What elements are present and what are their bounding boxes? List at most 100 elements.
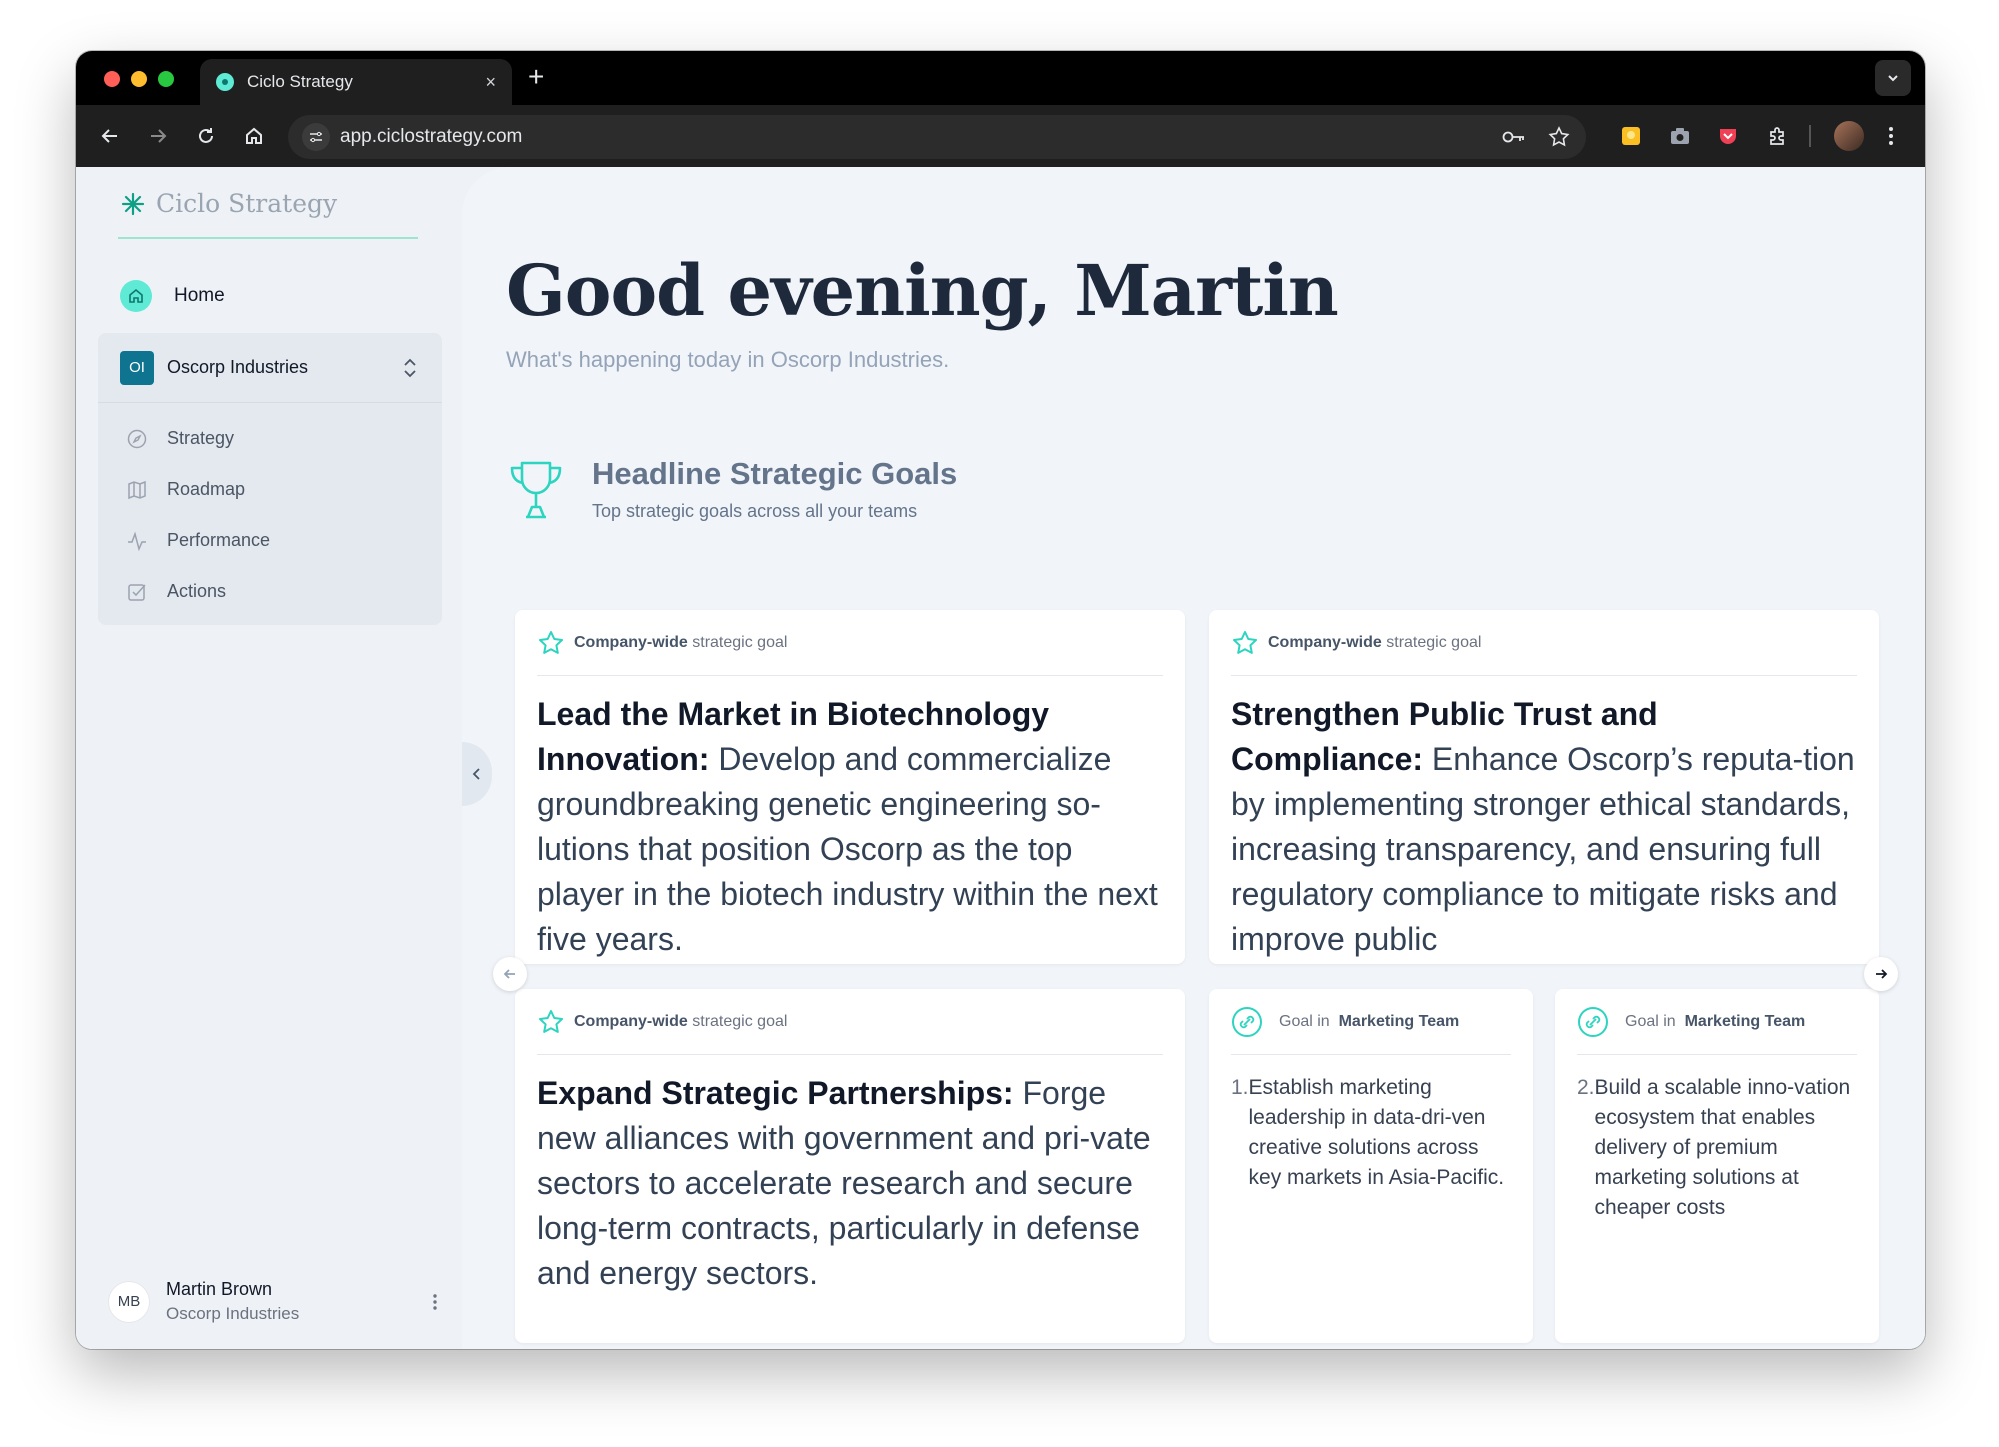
- sidebar-item-label: Home: [174, 285, 225, 306]
- goal-kind: strategic goal: [1386, 633, 1482, 651]
- tab-title: Ciclo Strategy: [247, 72, 353, 91]
- main-content: Good evening, Martin What's happening to…: [462, 167, 1925, 1349]
- compass-icon: [127, 429, 147, 448]
- org-nav: Strategy Roadmap Performance Actions: [98, 403, 442, 617]
- chevron-up-down-icon: [404, 358, 416, 377]
- carousel-next-button[interactable]: [1864, 957, 1898, 991]
- page-title: Good evening, Martin: [506, 249, 1339, 332]
- arrow-right-icon: [1876, 969, 1888, 979]
- chevron-down-icon: [1888, 75, 1898, 82]
- avatar: MB: [108, 1280, 150, 1323]
- browser-toolbar: app.ciclostrategy.com: [76, 105, 1925, 167]
- sidebar: Ciclo Strategy Home OI Oscorp Industries: [76, 167, 462, 1349]
- key-icon[interactable]: [1502, 129, 1526, 145]
- org-switcher[interactable]: OI Oscorp Industries: [98, 333, 442, 403]
- team-goal-card[interactable]: Goal in Marketing Team 2. Build a scalab…: [1555, 989, 1879, 1343]
- sidebar-item-label: Actions: [167, 581, 227, 601]
- sidebar-item-home[interactable]: Home: [120, 280, 225, 312]
- sidebar-item-strategy[interactable]: Strategy: [98, 413, 442, 464]
- team-goal-prefix: Goal in: [1279, 1012, 1330, 1030]
- team-goal-header: Goal in Marketing Team: [1577, 989, 1857, 1055]
- team-goal-header: Goal in Marketing Team: [1231, 989, 1511, 1055]
- tab-close-icon[interactable]: ×: [485, 72, 496, 93]
- profile-avatar[interactable]: [1834, 121, 1864, 151]
- arrow-left-icon: [503, 969, 515, 979]
- back-button[interactable]: [96, 122, 124, 150]
- team-goal-card[interactable]: Goal in Marketing Team 1. Establish mark…: [1209, 989, 1533, 1343]
- reload-icon: [199, 128, 213, 143]
- org-badge: OI: [120, 350, 154, 385]
- url-text: app.ciclostrategy.com: [340, 126, 523, 147]
- user-org: Oscorp Industries: [166, 1304, 300, 1323]
- arrow-left-icon: [101, 129, 117, 143]
- bookmark-star-icon[interactable]: [1548, 126, 1570, 148]
- org-name: Oscorp Industries: [167, 357, 309, 377]
- forward-button[interactable]: [144, 122, 172, 150]
- toolbar-separator: [1809, 125, 1811, 147]
- tab-bar: Ciclo Strategy × +: [76, 51, 1925, 105]
- goal-scope: Company-wide: [574, 1012, 688, 1030]
- goal-card[interactable]: Company-wide strategic goal Expand Strat…: [515, 989, 1185, 1343]
- team-goal-description: Establish marketing leadership in data-d…: [1248, 1076, 1505, 1189]
- sidebar-item-label: Strategy: [167, 428, 235, 448]
- goal-scope: Company-wide: [1268, 633, 1382, 651]
- home-icon: [246, 127, 262, 144]
- link-icon: [1578, 1006, 1608, 1037]
- new-tab-button[interactable]: +: [528, 63, 544, 91]
- team-goal-number: 2.: [1577, 1076, 1595, 1099]
- close-window-button[interactable]: [104, 71, 120, 87]
- address-bar[interactable]: app.ciclostrategy.com: [288, 115, 1586, 159]
- extensions-puzzle-icon[interactable]: [1764, 122, 1792, 150]
- team-goal-text: 2. Build a scalable inno-vation ecosyste…: [1555, 1055, 1879, 1223]
- more-vertical-icon[interactable]: [432, 1292, 438, 1312]
- sidebar-item-label: Roadmap: [167, 479, 246, 499]
- sidebar-item-performance[interactable]: Performance: [98, 515, 442, 566]
- user-info: Martin Brown Oscorp Industries: [166, 1279, 432, 1324]
- home-icon: [120, 280, 152, 312]
- browser-menu-icon[interactable]: [1877, 122, 1905, 150]
- goal-text: Expand Strategic Partnerships: Forge new…: [515, 1055, 1185, 1296]
- chevron-left-icon: [472, 768, 480, 780]
- arrow-right-icon: [151, 129, 167, 143]
- activity-icon: [128, 531, 146, 551]
- section-title: Headline Strategic Goals: [592, 456, 958, 491]
- carousel-prev-button[interactable]: [493, 957, 527, 991]
- home-button[interactable]: [240, 122, 268, 150]
- app-root: Ciclo Strategy Home OI Oscorp Industries: [76, 167, 1925, 1349]
- minimize-window-button[interactable]: [131, 71, 147, 87]
- reload-button[interactable]: [192, 122, 220, 150]
- checkbox-icon: [128, 583, 146, 601]
- sidebar-item-actions[interactable]: Actions: [98, 566, 442, 617]
- sidebar-item-roadmap[interactable]: Roadmap: [98, 464, 442, 515]
- brand-logo[interactable]: Ciclo Strategy: [120, 189, 337, 218]
- camera-extension-icon[interactable]: [1666, 122, 1694, 150]
- pocket-extension-icon[interactable]: [1714, 122, 1742, 150]
- extension-yellow-icon[interactable]: [1617, 122, 1645, 150]
- link-icon: [1232, 1006, 1262, 1037]
- goal-kind: strategic goal: [692, 1012, 788, 1030]
- goal-kind: strategic goal: [692, 633, 788, 651]
- team-name: Marketing Team: [1684, 1012, 1806, 1030]
- sidebar-item-label: Performance: [167, 530, 271, 550]
- goal-card[interactable]: Company-wide strategic goal Lead the Mar…: [515, 610, 1185, 964]
- user-profile[interactable]: MB Martin Brown Oscorp Industries: [108, 1279, 438, 1324]
- team-goal-prefix: Goal in: [1625, 1012, 1676, 1030]
- goal-card-header: Company-wide strategic goal: [537, 989, 1163, 1055]
- ciclo-logo-icon: [121, 192, 145, 215]
- tab-search-button[interactable]: [1875, 60, 1911, 96]
- star-icon: [1233, 630, 1257, 654]
- star-icon: [539, 1009, 563, 1033]
- goal-card[interactable]: Company-wide strategic goal Strengthen P…: [1209, 610, 1879, 964]
- goal-card-header: Company-wide strategic goal: [537, 610, 1163, 676]
- browser-window: Ciclo Strategy × + app.ciclostrategy.com: [76, 51, 1925, 1349]
- team-goal-number: 1.: [1231, 1076, 1249, 1099]
- trophy-icon: [510, 461, 562, 519]
- map-icon: [128, 480, 146, 499]
- maximize-window-button[interactable]: [158, 71, 174, 87]
- browser-tab[interactable]: Ciclo Strategy ×: [200, 59, 512, 105]
- page-subtitle: What's happening today in Oscorp Industr…: [506, 347, 950, 372]
- goal-text: Lead the Market in Biotechnology Innovat…: [515, 676, 1185, 962]
- user-name: Martin Brown: [166, 1279, 273, 1299]
- goal-title: Expand Strategic Partnerships:: [537, 1075, 1014, 1111]
- site-settings-icon[interactable]: [302, 123, 330, 151]
